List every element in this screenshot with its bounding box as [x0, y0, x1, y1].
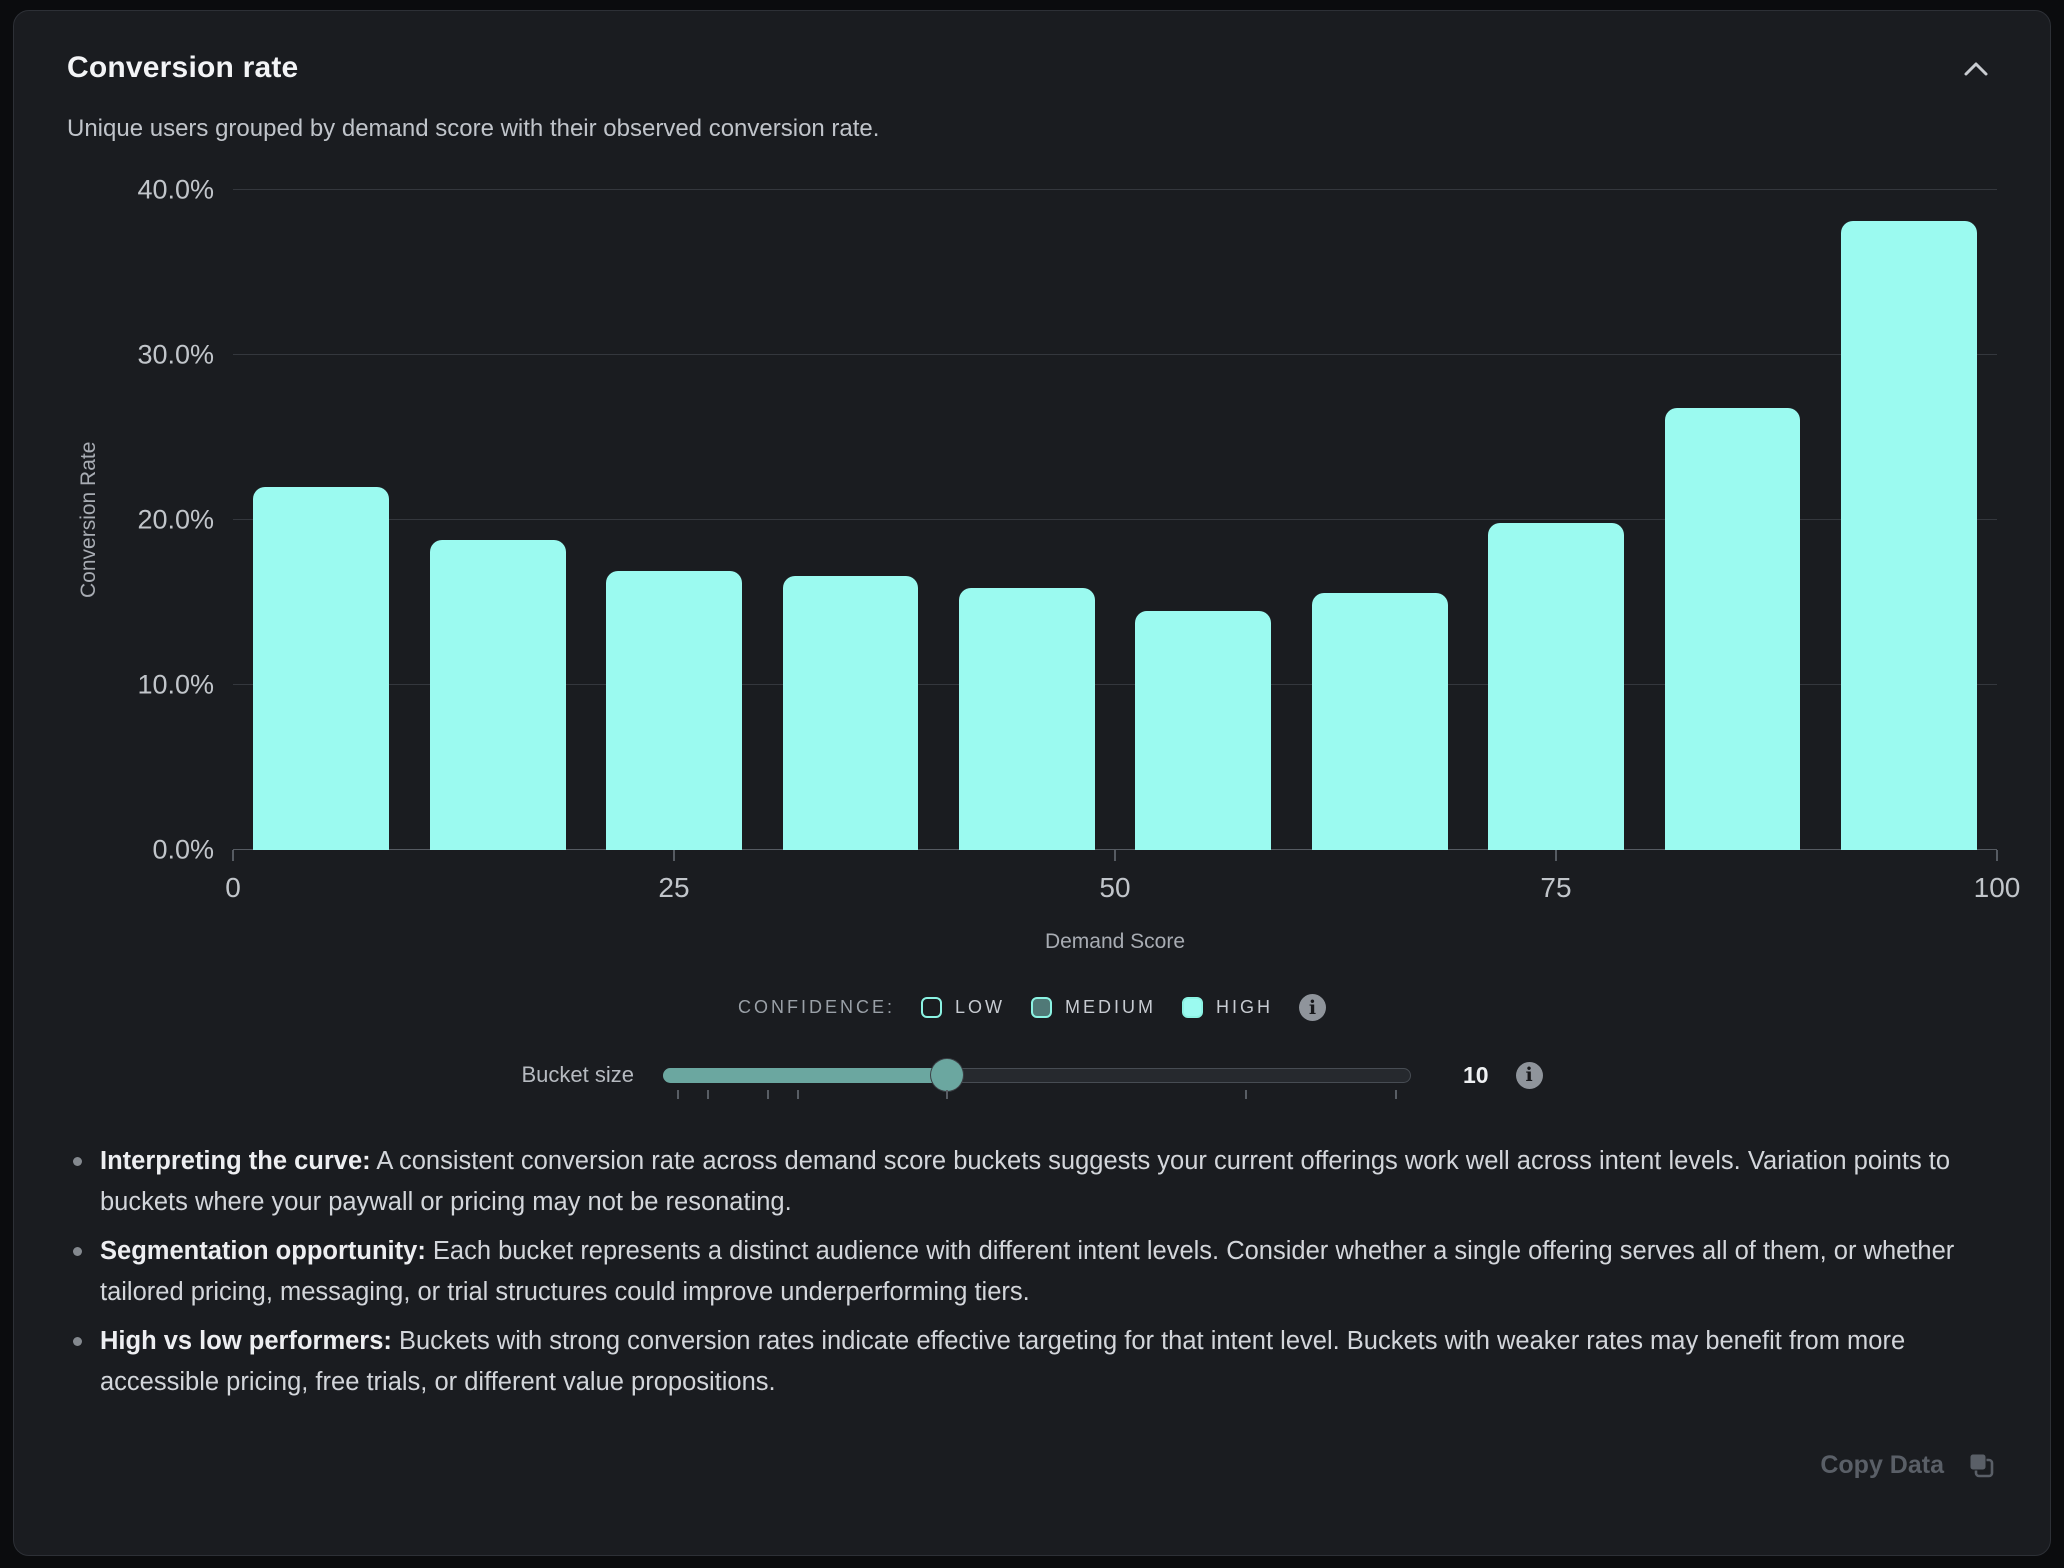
y-tick-label: 20.0% [137, 505, 214, 536]
slider-tick [1245, 1090, 1247, 1099]
plot-column: 0255075100 Demand Score [233, 190, 1997, 954]
bar-slot-20-30 [586, 190, 762, 850]
chevron-up-icon [1961, 59, 1991, 79]
bar-10-20[interactable] [430, 540, 566, 850]
insight-lead: Interpreting the curve: [100, 1147, 371, 1175]
copy-data-label: Copy Data [1820, 1451, 1944, 1480]
slider-fill [663, 1068, 947, 1083]
y-axis-title: Conversion Rate [67, 190, 111, 850]
bar-slot-80-90 [1644, 190, 1820, 850]
bar-0-10[interactable] [253, 487, 389, 850]
slider-tick [677, 1090, 679, 1099]
x-tick-label: 50 [1099, 872, 1130, 904]
insights-list: Interpreting the curve: A consistent con… [67, 1141, 1997, 1403]
x-axis-tick-labels: 0255075100 [233, 872, 1997, 908]
bar-slot-30-40 [762, 190, 938, 850]
legend-item-medium[interactable]: MEDIUM [1031, 997, 1156, 1018]
bar-40-50[interactable] [959, 588, 1095, 850]
bar-30-40[interactable] [783, 576, 919, 850]
bucket-size-label: Bucket size [521, 1062, 634, 1088]
legend-item-low[interactable]: LOW [921, 997, 1005, 1018]
y-tick-label: 40.0% [137, 175, 214, 206]
x-tick-label: 75 [1540, 872, 1571, 904]
card-subtitle: Unique users grouped by demand score wit… [67, 115, 1997, 143]
legend-item-label: MEDIUM [1065, 997, 1156, 1018]
conversion-rate-bar-chart: Conversion Rate 0.0%10.0%20.0%30.0%40.0%… [67, 190, 1997, 954]
bar-60-70[interactable] [1312, 593, 1448, 850]
bar-slot-90-100 [1821, 190, 1997, 850]
bar-slot-70-80 [1468, 190, 1644, 850]
bar-70-80[interactable] [1488, 523, 1624, 850]
confidence-legend-items: LOW MEDIUM HIGH [921, 997, 1273, 1018]
copy-icon [1968, 1452, 1995, 1479]
bar-slot-0-10 [233, 190, 409, 850]
confidence-legend-label: CONFIDENCE: [738, 997, 895, 1018]
card-header: Conversion rate [67, 51, 1997, 88]
insight-item-3: High vs low performers: Buckets with str… [67, 1321, 1997, 1403]
y-tick-label: 30.0% [137, 340, 214, 371]
x-tickmark-100 [1996, 850, 1998, 861]
insight-lead: High vs low performers: [100, 1327, 392, 1355]
bar-slot-10-20 [409, 190, 585, 850]
bar-slot-60-70 [1291, 190, 1467, 850]
bucket-size-slider[interactable] [663, 1058, 1411, 1092]
slider-tick [1395, 1090, 1397, 1099]
insight-text: A consistent conversion rate across dema… [100, 1147, 1950, 1216]
plot-area [233, 190, 1997, 850]
bar-20-30[interactable] [606, 571, 742, 850]
slider-tick [946, 1090, 948, 1099]
x-tickmark-75 [1555, 850, 1557, 861]
bucket-size-value: 10 [1463, 1062, 1489, 1089]
bucket-size-info-icon[interactable]: i [1516, 1062, 1543, 1089]
x-tick-label: 100 [1974, 872, 2021, 904]
bar-50-60[interactable] [1135, 611, 1271, 850]
slider-tick [767, 1090, 769, 1099]
conversion-rate-card: Conversion rate Unique users grouped by … [13, 10, 2051, 1556]
card-footer: Copy Data [67, 1445, 1997, 1486]
legend-item-label: HIGH [1216, 997, 1273, 1018]
slider-tick [707, 1090, 709, 1099]
bucket-size-control: Bucket size 10 i [67, 1058, 1997, 1092]
legend-item-high[interactable]: HIGH [1182, 997, 1273, 1018]
slider-handle[interactable] [931, 1059, 963, 1091]
x-axis-title: Demand Score [233, 930, 1997, 954]
y-tick-label: 0.0% [152, 835, 214, 866]
legend-swatch-low [921, 997, 942, 1018]
insight-item-1: Interpreting the curve: A consistent con… [67, 1141, 1997, 1223]
x-axis-tickmarks [233, 850, 1997, 862]
insight-lead: Segmentation opportunity: [100, 1237, 426, 1265]
confidence-legend: CONFIDENCE: LOW MEDIUM HIGH i [67, 994, 1997, 1021]
legend-swatch-medium [1031, 997, 1052, 1018]
y-tick-label: 10.0% [137, 670, 214, 701]
x-tickmark-50 [1114, 850, 1116, 861]
bar-80-90[interactable] [1665, 408, 1801, 850]
x-tick-label: 25 [658, 872, 689, 904]
confidence-info-icon[interactable]: i [1299, 994, 1326, 1021]
slider-tick [797, 1090, 799, 1099]
insight-item-2: Segmentation opportunity: Each bucket re… [67, 1231, 1997, 1313]
x-tickmark-25 [673, 850, 675, 861]
copy-data-button[interactable]: Copy Data [1818, 1445, 1997, 1486]
y-axis-tick-labels: 0.0%10.0%20.0%30.0%40.0% [111, 190, 233, 850]
legend-item-label: LOW [955, 997, 1005, 1018]
bar-slot-50-60 [1115, 190, 1291, 850]
bar-slot-40-50 [939, 190, 1115, 850]
x-tickmark-0 [232, 850, 234, 861]
x-tick-label: 0 [225, 872, 241, 904]
page-title: Conversion rate [67, 51, 298, 85]
collapse-button[interactable] [1955, 53, 1997, 88]
legend-swatch-high [1182, 997, 1203, 1018]
bar-90-100[interactable] [1841, 221, 1977, 850]
slider-tickmarks [663, 1090, 1411, 1100]
